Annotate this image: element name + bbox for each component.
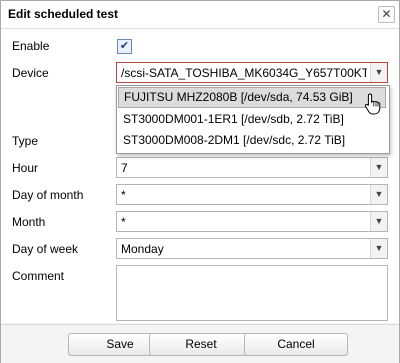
chevron-down-icon[interactable]: ▼ — [370, 63, 387, 82]
device-option[interactable]: FUJITSU MHZ2080B [/dev/sda, 74.53 GiB] — [118, 87, 386, 108]
checkmark-icon: ✔ — [119, 40, 130, 52]
device-dropdown-list: FUJITSU MHZ2080B [/dev/sda, 74.53 GiB] S… — [116, 85, 390, 154]
enable-checkbox[interactable]: ✔ — [117, 39, 132, 54]
comment-textarea[interactable] — [116, 265, 388, 321]
day-of-week-label: Day of week — [12, 242, 79, 256]
day-of-week-select-value: Monday — [121, 242, 164, 256]
day-of-month-select[interactable]: * ▼ — [116, 184, 388, 205]
day-of-month-label: Day of month — [12, 188, 84, 202]
device-label: Device — [12, 66, 49, 80]
edit-scheduled-test-dialog: Edit scheduled test ✕ Enable ✔ Device /s… — [0, 0, 400, 363]
hour-select-value: 7 — [121, 161, 128, 175]
dialog-body: Enable ✔ Device /scsi-SATA_TOSHIBA_MK603… — [1, 29, 399, 323]
hour-label: Hour — [12, 161, 39, 175]
dialog-title: Edit scheduled test — [8, 7, 119, 21]
day-of-month-select-value: * — [121, 188, 126, 202]
close-icon: ✕ — [381, 7, 392, 21]
enable-label: Enable — [12, 39, 50, 53]
month-select-value: * — [121, 215, 126, 229]
device-option[interactable]: ST3000DM001-1ER1 [/dev/sdb, 2.72 TiB] — [118, 109, 386, 130]
close-button[interactable]: ✕ — [378, 6, 395, 23]
chevron-down-icon[interactable]: ▼ — [370, 212, 387, 231]
chevron-down-icon[interactable]: ▼ — [370, 185, 387, 204]
cancel-button[interactable]: Cancel — [244, 333, 348, 356]
device-option[interactable]: ST3000DM008-2DM1 [/dev/sdc, 2.72 TiB] — [118, 130, 386, 151]
month-label: Month — [12, 215, 46, 229]
hand-pointer-icon — [364, 93, 382, 118]
month-select[interactable]: * ▼ — [116, 211, 388, 232]
dialog-titlebar: Edit scheduled test ✕ — [1, 1, 399, 29]
comment-label: Comment — [12, 269, 65, 283]
chevron-down-icon[interactable]: ▼ — [370, 239, 387, 258]
reset-button[interactable]: Reset — [149, 333, 253, 356]
device-select-value: /scsi-SATA_TOSHIBA_MK6034G_Y657T00KT — [121, 66, 367, 80]
hour-select[interactable]: 7 ▼ — [116, 157, 388, 178]
type-label: Type — [12, 134, 39, 148]
day-of-week-select[interactable]: Monday ▼ — [116, 238, 388, 259]
chevron-down-icon[interactable]: ▼ — [370, 158, 387, 177]
dialog-footer: Save Reset Cancel — [1, 324, 399, 363]
device-select[interactable]: /scsi-SATA_TOSHIBA_MK6034G_Y657T00KT ▼ — [116, 62, 388, 83]
